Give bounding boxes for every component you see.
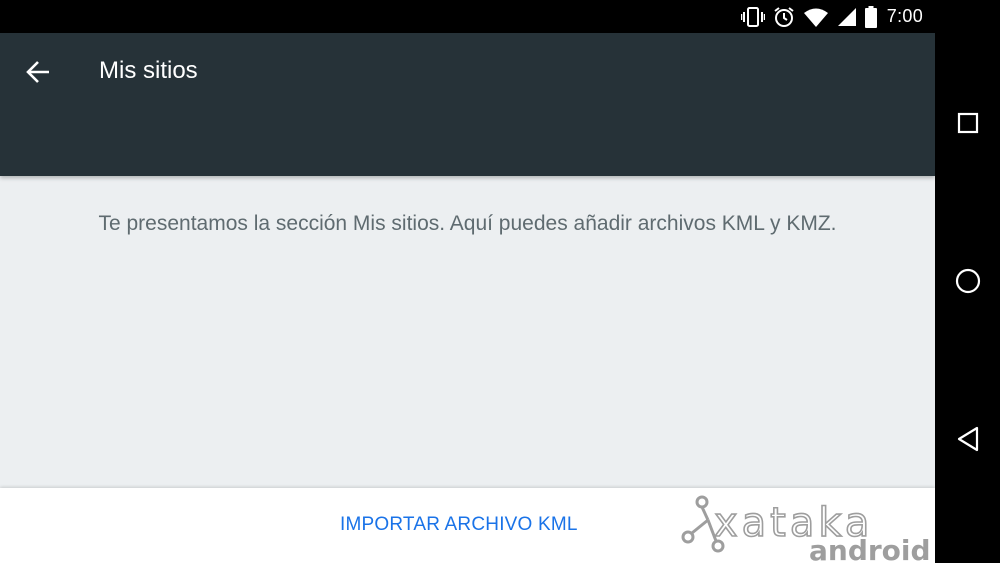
intro-message: Te presentamos la sección Mis sitios. Aq… (98, 212, 837, 235)
system-nav-bar (935, 0, 1000, 563)
content-area: Te presentamos la sección Mis sitios. Aq… (0, 176, 935, 488)
recents-button[interactable] (947, 102, 989, 144)
app-screen: 7:00 Mis sitios Te presentamos la secció… (0, 0, 935, 563)
vibrate-icon (740, 6, 765, 27)
battery-icon (864, 5, 877, 28)
arrow-back-icon (26, 61, 49, 83)
home-button[interactable] (947, 260, 989, 302)
home-icon (955, 268, 981, 294)
back-triangle-icon (957, 426, 979, 452)
xataka-android-watermark: xataka android (678, 490, 933, 563)
alarm-icon (773, 6, 795, 28)
page-title: Mis sitios (99, 57, 198, 84)
status-bar: 7:00 (0, 0, 935, 33)
cell-signal-icon (837, 7, 857, 27)
status-time: 7:00 (886, 6, 923, 26)
wifi-icon (803, 7, 829, 27)
back-button[interactable] (14, 51, 62, 93)
import-kml-button[interactable]: IMPORTAR ARCHIVO KML (330, 508, 588, 542)
recents-icon (957, 112, 979, 134)
watermark-android: android (809, 534, 931, 563)
nav-back-button[interactable] (947, 418, 989, 460)
app-toolbar: Mis sitios (0, 33, 935, 176)
